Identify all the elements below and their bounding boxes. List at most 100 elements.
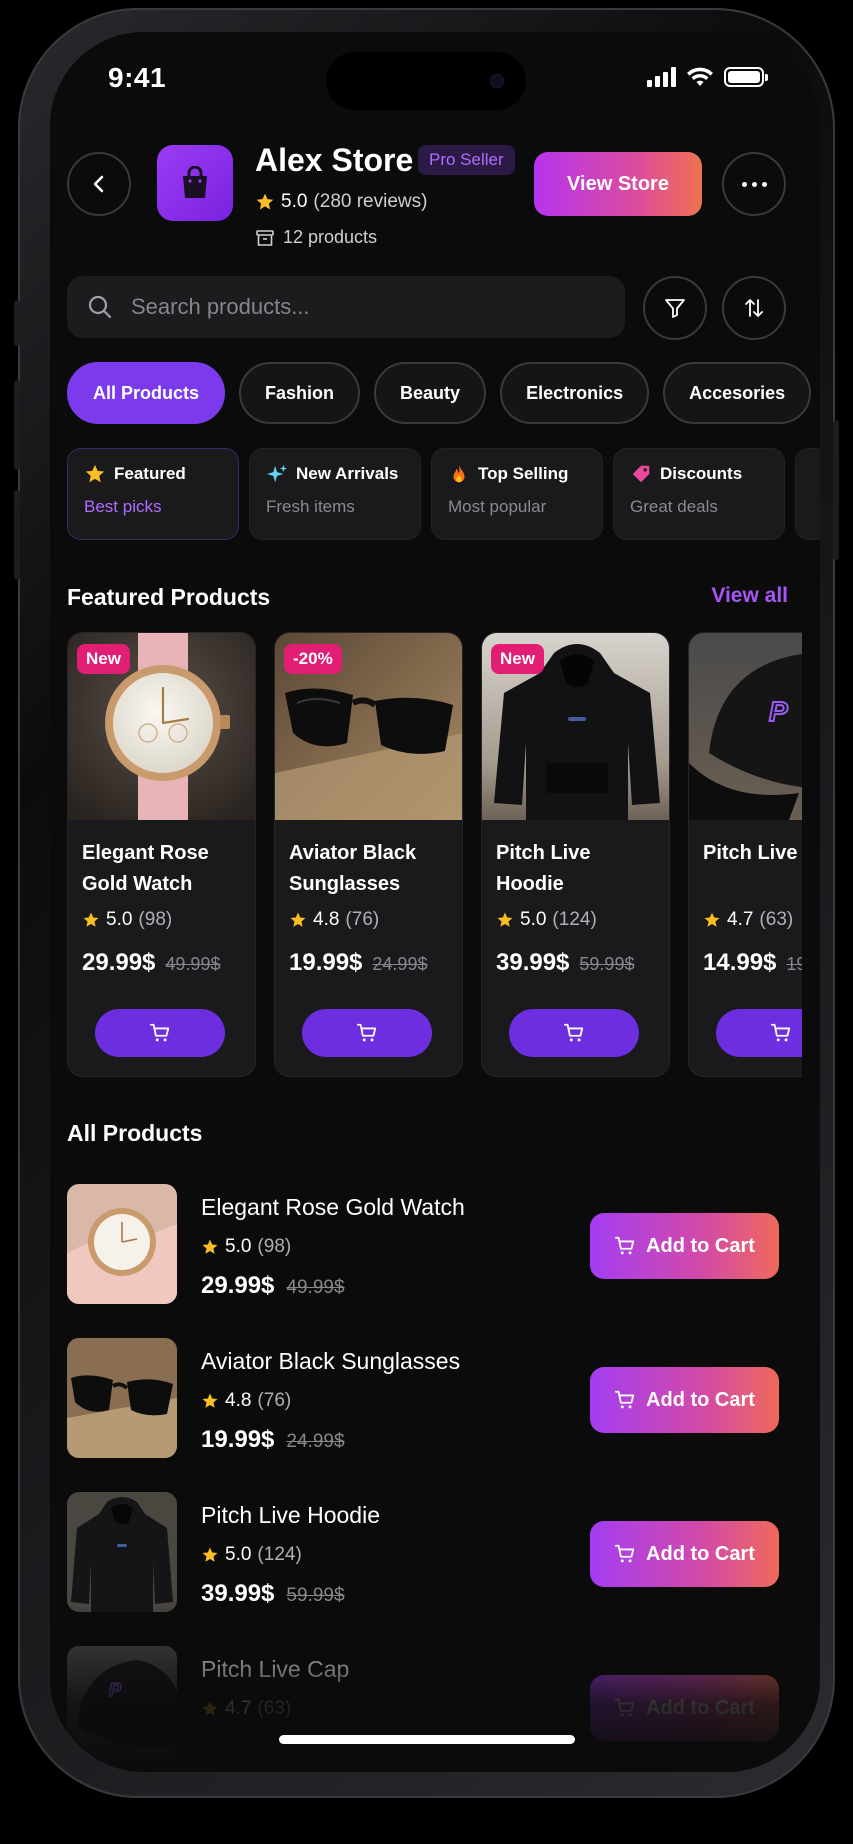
star-icon (704, 912, 720, 927)
product-thumbnail-watch (67, 1184, 177, 1304)
rating-value: 4.7 (727, 909, 754, 930)
product-rating: 5.0 (124) (201, 1544, 302, 1566)
star-icon (202, 1239, 218, 1254)
rating-value: 4.8 (313, 909, 340, 930)
original-price: 59.99$ (286, 1585, 345, 1606)
featured-products-carousel: New Elegant Rose Gold Watch 5.0 (98) 29.… (67, 632, 802, 1077)
cart-icon (614, 1544, 635, 1563)
add-to-cart-button[interactable]: Add to Cart (590, 1213, 779, 1279)
home-indicator[interactable] (279, 1735, 575, 1744)
all-products-title: All Products (67, 1120, 203, 1146)
filter-button[interactable] (643, 276, 707, 340)
list-item[interactable]: P Pitch Live Cap 4.7 (63) Add to Cart (67, 1646, 787, 1768)
list-item[interactable]: Aviator Black Sunglasses 4.8 (76) 19.99$… (67, 1338, 787, 1460)
add-to-cart-button[interactable] (95, 1009, 225, 1057)
add-to-cart-button[interactable] (509, 1009, 639, 1057)
add-to-cart-button[interactable]: Add to Cart (590, 1367, 779, 1433)
rating-value: 5.0 (520, 909, 547, 930)
quick-filter-featured[interactable]: Featured Best picks (67, 448, 239, 540)
quick-filter-title: Discounts (660, 464, 743, 483)
view-all-link[interactable]: View all (711, 584, 788, 608)
quick-filter-top-selling[interactable]: Top Selling Most popular (431, 448, 603, 540)
status-icons (647, 66, 768, 88)
cellular-signal-icon (647, 67, 676, 87)
rating-count: (124) (257, 1544, 302, 1565)
current-price: 39.99$ (201, 1580, 275, 1607)
battery-icon (724, 67, 768, 87)
quick-filter-subtitle: Great deals (630, 497, 718, 516)
product-name: Pitch Live Hoodie (496, 842, 591, 895)
screen: 9:41 Alex Store Pro Seller 5.0 (280 revi… (50, 32, 820, 1772)
cart-icon (614, 1390, 635, 1409)
quick-filter-discounts[interactable]: Discounts Great deals (613, 448, 785, 540)
product-price: 39.99$ 59.99$ (201, 1580, 345, 1608)
back-button[interactable] (67, 152, 131, 216)
quick-filter-more[interactable] (795, 448, 820, 540)
svg-text:P: P (109, 1680, 122, 1700)
fire-icon (453, 464, 465, 483)
current-price: 19.99$ (289, 949, 363, 976)
featured-card[interactable]: New Elegant Rose Gold Watch 5.0 (98) 29.… (67, 632, 256, 1077)
mute-switch (14, 300, 20, 346)
product-rating: 4.8 (76) (289, 909, 379, 931)
product-rating: 4.7 (63) (703, 909, 793, 931)
product-image-hoodie: New (482, 633, 669, 820)
original-price: 49.99$ (165, 954, 221, 974)
pro-seller-badge: Pro Seller (418, 145, 515, 175)
add-to-cart-button[interactable]: Add to Cart (590, 1521, 779, 1587)
product-badge: New (77, 644, 130, 674)
search-bar (67, 276, 625, 338)
product-price: 19.99$ 24.99$ (289, 949, 427, 977)
quick-filter-title: Top Selling (478, 464, 569, 483)
sparkles-icon (266, 464, 288, 483)
product-image-cap: P (689, 633, 802, 820)
quick-filter-title: Featured (114, 464, 186, 483)
star-icon (256, 193, 274, 210)
more-options-button[interactable] (722, 152, 786, 216)
list-item[interactable]: Elegant Rose Gold Watch 5.0 (98) 29.99$ … (67, 1184, 787, 1306)
rating-count: (63) (257, 1698, 292, 1719)
search-icon (88, 295, 112, 319)
product-name: Aviator Black Sunglasses (201, 1348, 461, 1374)
chip-beauty[interactable]: Beauty (374, 362, 487, 424)
product-rating: 5.0 (124) (496, 909, 597, 931)
featured-card[interactable]: -20% Aviator Black Sunglasses 4.8 (76) 1… (274, 632, 463, 1077)
store-logo (157, 145, 233, 221)
chip-accesories[interactable]: Accesories (663, 362, 812, 424)
volume-up-button (14, 380, 20, 470)
volume-down-button (14, 490, 20, 580)
chip-fashion[interactable]: Fashion (239, 362, 361, 424)
list-item[interactable]: Pitch Live Hoodie 5.0 (124) 39.99$ 59.99… (67, 1492, 787, 1614)
cart-icon (614, 1236, 635, 1255)
add-to-cart-button[interactable] (716, 1009, 802, 1057)
original-price: 19.99$ (786, 954, 802, 974)
search-input[interactable] (131, 294, 571, 320)
product-name: Pitch Live Cap (201, 1656, 350, 1682)
add-to-cart-button[interactable]: Add to Cart (590, 1675, 779, 1741)
featured-card[interactable]: P Pitch Live Cap 4.7 (63) 14.99$ 19.99$ (688, 632, 802, 1077)
sort-button[interactable] (722, 276, 786, 340)
star-icon (83, 912, 99, 927)
star-icon (85, 464, 105, 483)
view-store-button[interactable]: View Store (534, 152, 702, 216)
dynamic-island (326, 52, 526, 110)
product-price: 29.99$ 49.99$ (201, 1272, 345, 1300)
product-rating: 4.8 (76) (201, 1390, 291, 1412)
product-badge: -20% (284, 644, 342, 674)
chip-all-products[interactable]: All Products (67, 362, 226, 424)
add-to-cart-label: Add to Cart (646, 1388, 755, 1411)
chip-electronics[interactable]: Electronics (500, 362, 650, 424)
product-rating: 5.0 (98) (201, 1236, 291, 1258)
product-rating: 5.0 (98) (82, 909, 172, 931)
rating-count: (98) (138, 909, 173, 930)
product-badge: New (491, 644, 544, 674)
store-products: 12 products (255, 227, 377, 248)
quick-filter-subtitle: Fresh items (266, 497, 355, 516)
quick-filter-new-arrivals[interactable]: New Arrivals Fresh items (249, 448, 421, 540)
featured-card[interactable]: New Pitch Live Hoodie 5.0 (124) 39.99$ 5… (481, 632, 670, 1077)
wifi-icon (687, 67, 713, 86)
current-price: 19.99$ (201, 1426, 275, 1453)
add-to-cart-button[interactable] (302, 1009, 432, 1057)
tag-icon (632, 465, 650, 483)
product-name: Pitch Live Cap (703, 842, 802, 864)
